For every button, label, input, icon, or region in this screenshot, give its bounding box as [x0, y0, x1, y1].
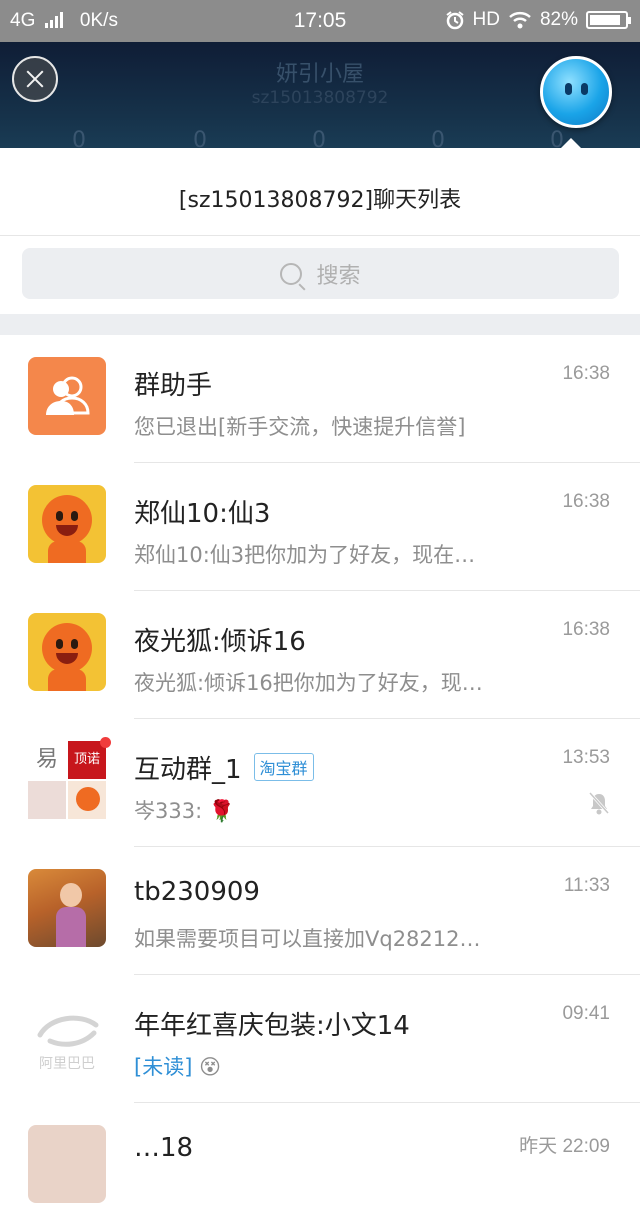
- collage-mascot: [68, 781, 106, 819]
- counter: 0: [312, 128, 326, 148]
- chat-row[interactable]: 群助手 您已退出[新手交流，快速提升信誉] 16:38: [0, 335, 640, 463]
- chat-message: 您已退出[新手交流，快速提升信誉]: [134, 415, 466, 439]
- logo-text: 阿里巴巴: [39, 1056, 95, 1072]
- chat-message: [未读] 😵: [134, 1051, 554, 1081]
- search-input[interactable]: 搜索: [22, 248, 619, 299]
- chat-message: 岑333: 🌹: [134, 799, 236, 823]
- chat-time: 昨天 22:09: [519, 1136, 610, 1157]
- chat-name: 郑仙10:仙3: [134, 499, 271, 529]
- taobao-group-tag: 淘宝群: [253, 753, 314, 781]
- panel-title: [sz15013808792]聊天列表: [0, 148, 640, 236]
- battery-icon: [586, 11, 631, 29]
- mascot-avatar: [28, 485, 106, 563]
- collage-text: 易: [35, 747, 58, 772]
- chat-time: 13:53: [562, 747, 610, 768]
- chat-row[interactable]: tb230909 如果需要项目可以直接加Vq28212… 11:33: [0, 847, 640, 975]
- chat-row[interactable]: 阿里巴巴 年年红喜庆包装:小文14 [未读] 😵 09:41: [0, 975, 640, 1103]
- hd-indicator: HD: [472, 9, 500, 30]
- unread-dot: [100, 737, 111, 748]
- chat-message: 夜光狐:倾诉16把你加为了好友，现…: [134, 671, 483, 695]
- panel-pointer: [560, 138, 582, 149]
- counter: 0: [431, 128, 445, 148]
- status-right: HD 82%: [445, 9, 631, 31]
- chat-name: 互动群_1 淘宝群: [134, 749, 314, 786]
- mute-icon: [588, 791, 610, 815]
- status-bar: 4G 0K/s 17:05 HD 82%: [0, 0, 640, 42]
- chat-name: …18: [134, 1133, 194, 1163]
- counter: 0: [193, 128, 207, 148]
- shop-header: 妍引小屋 sz15013808792 0 0 0 0 0: [0, 42, 640, 148]
- chat-row[interactable]: 夜光狐:倾诉16 夜光狐:倾诉16把你加为了好友，现… 16:38: [0, 591, 640, 719]
- chat-row[interactable]: …18 昨天 22:09: [0, 1103, 640, 1231]
- photo-avatar: [28, 869, 106, 947]
- mascot-face: [42, 495, 92, 545]
- close-icon[interactable]: [12, 56, 58, 102]
- alibaba-logo: 阿里巴巴: [28, 997, 106, 1075]
- collage-logo: 顶诺: [68, 741, 106, 779]
- chat-name: tb230909: [134, 877, 260, 907]
- alarm-icon: [445, 11, 464, 30]
- chat-time: 11:33: [563, 875, 610, 896]
- wifi-icon: [509, 12, 531, 29]
- search-icon: [280, 262, 303, 285]
- mascot-avatar: [28, 613, 106, 691]
- unread-label: [未读]: [134, 1055, 193, 1079]
- chat-name: 夜光狐:倾诉16: [134, 627, 306, 657]
- wangwang-mascot-icon[interactable]: [540, 56, 612, 128]
- chat-list-panel: [sz15013808792]聊天列表 搜索 群助手 您已退出[新手交流，快速提…: [0, 138, 640, 1203]
- battery-percent: 82%: [539, 9, 578, 30]
- group-helper-icon: [28, 357, 106, 435]
- chat-name: 群助手: [134, 371, 213, 401]
- search-area: 搜索: [0, 236, 640, 314]
- group-collage-avatar: 易 顶诺: [28, 737, 111, 819]
- chat-name: 年年红喜庆包装:小文14: [134, 1011, 410, 1041]
- chat-row[interactable]: 郑仙10:仙3 郑仙10:仙3把你加为了好友，现在… 16:38: [0, 463, 640, 591]
- chat-time: 16:38: [562, 491, 610, 512]
- chat-message: 如果需要项目可以直接加Vq28212…: [134, 927, 481, 951]
- collage-cat: [28, 781, 66, 819]
- chat-time: 16:38: [562, 619, 610, 640]
- chat-time: 09:41: [562, 1003, 610, 1024]
- dizzy-emoji: 😵: [199, 1055, 221, 1079]
- chat-message: 郑仙10:仙3把你加为了好友，现在…: [134, 543, 476, 567]
- counter: 0: [72, 128, 86, 148]
- section-divider: [0, 314, 640, 335]
- mascot-face: [42, 623, 92, 673]
- search-placeholder: 搜索: [316, 263, 361, 289]
- rose-emoji: 🌹: [208, 799, 236, 823]
- chat-row[interactable]: 易 顶诺 互动群_1 淘宝群 岑333: 🌹 13:53: [0, 719, 640, 847]
- chat-time: 16:38: [562, 363, 610, 384]
